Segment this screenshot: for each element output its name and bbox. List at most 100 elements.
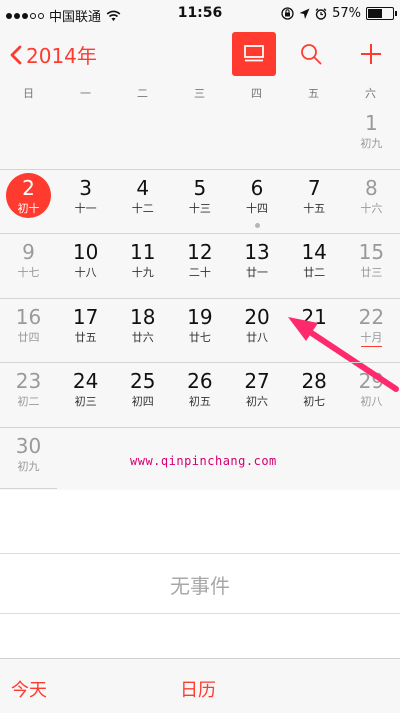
lunar-date: 初二 [17,395,40,408]
day-cell[interactable]: 27 初六 [229,362,286,426]
day-number: 14 [301,240,327,264]
navigation-bar: 2014年 [0,28,400,80]
back-to-year-button[interactable]: 2014年 [10,40,97,69]
day-number: 29 [358,369,385,393]
orientation-lock-icon [281,7,294,20]
lunar-date: 初九 [360,137,383,150]
lunar-date: 十六 [360,201,383,215]
calendars-tab[interactable]: 日历 [180,676,216,702]
day-cell[interactable]: 22 十月 [343,298,400,362]
day-number: 3 [79,175,92,200]
today-tab[interactable]: 今天 [11,676,47,702]
weekday-header: 日一二三四五六 [0,80,400,105]
lunar-date: 十三 [188,201,211,215]
day-cell[interactable]: 18 廿六 [114,298,171,362]
status-bar-left: 中国联通 [6,6,121,25]
day-number: 22 [358,304,385,329]
day-cell[interactable]: 1 初九 [343,104,400,168]
back-label: 2014年 [26,44,97,68]
day-cell[interactable]: 4 十二 [114,169,171,233]
lunar-date: 初七 [303,395,326,408]
day-cell[interactable]: 26 初五 [171,362,228,426]
week-separator [0,168,400,170]
week-separator [0,297,400,299]
lunar-date: 廿三 [360,266,383,279]
battery-percentage: 57% [332,6,361,21]
day-cell[interactable]: 16 廿四 [0,298,57,362]
day-cell[interactable]: 23 初二 [0,362,57,426]
day-cell-today[interactable]: 2 初十 [0,169,57,233]
week-separator [0,426,400,428]
day-cell[interactable]: 9 十七 [0,233,57,297]
day-cell[interactable]: 6 十四 [229,169,286,233]
battery-icon [366,7,397,20]
day-cell[interactable]: 10 十八 [57,233,114,297]
day-number: 9 [22,240,35,264]
wifi-icon [106,10,121,21]
day-number: 2 [22,175,35,200]
lunar-date: 十四 [246,201,269,215]
lunar-date: 初六 [246,395,269,408]
weekday-label: 六 [365,87,376,100]
day-number: 27 [244,369,270,393]
day-number: 4 [136,175,150,200]
lunar-date: 廿六 [131,330,154,344]
lunar-date: 初三 [74,395,97,408]
day-number: 16 [15,304,42,329]
weekday-label: 日 [23,87,34,100]
day-cell[interactable]: 17 廿五 [57,298,114,362]
search-icon [301,44,322,65]
lunar-date: 廿八 [246,330,269,344]
day-cell[interactable]: 30 初九 [0,427,57,491]
day-number: 30 [15,433,42,458]
day-cell[interactable]: 7 十五 [286,169,343,233]
day-cell[interactable]: 5 十三 [171,169,228,233]
calendar-screen: 中国联通 11:56 57% 2014年 日 一 二 三 四 五 六 30 初九… [0,0,400,713]
day-cell[interactable]: 24 初三 [57,362,114,426]
status-bar: 中国联通 11:56 57% [0,0,400,28]
day-cell[interactable]: 14 廿二 [286,233,343,297]
day-cell[interactable]: 20 廿八 [229,298,286,362]
add-event-button[interactable] [349,32,393,76]
day-cell[interactable]: 28 初七 [286,362,343,426]
lunar-date: 十五 [303,201,326,215]
tab-bar: 今天 日历 [0,658,400,713]
day-cell[interactable]: 12 二十 [171,233,228,297]
list-view-toggle-button[interactable] [232,32,276,76]
day-number: 1 [364,111,378,135]
week-separator [0,233,400,234]
day-number: 24 [72,369,99,393]
day-cell[interactable]: 13 廿一 [229,233,286,297]
weekday-label: 一 [80,87,91,100]
day-cell[interactable]: 19 廿七 [171,298,228,362]
day-number: 20 [244,304,270,329]
day-cell[interactable]: 29 初八 [343,362,400,426]
day-number: 18 [130,304,156,329]
day-number: 25 [130,369,156,393]
day-cell[interactable]: 3 十一 [57,169,114,233]
day-cell[interactable]: 8 十六 [343,169,400,233]
day-cell[interactable]: 25 初四 [114,362,171,426]
day-cell[interactable]: 11 十九 [114,233,171,297]
day-number: 17 [72,304,99,329]
day-cell[interactable]: 21 [286,298,343,362]
day-number: 6 [250,175,264,200]
week-separator [0,488,57,489]
lunar-date: 十九 [131,266,154,279]
day-cell[interactable]: 15 廿三 [343,233,400,297]
lunar-date: 廿二 [303,266,326,279]
location-arrow-icon [299,8,310,19]
alarm-icon [315,7,327,20]
lunar-date: 初五 [188,395,211,408]
day-number: 5 [193,175,207,200]
search-button[interactable] [289,32,333,76]
lunar-date: 十一 [74,201,97,215]
divider [0,553,400,554]
day-number: 8 [364,175,378,200]
watermark-text: www.qinpinchang.com [130,454,277,468]
carrier-name: 中国联通 [49,10,102,25]
day-number: 10 [72,240,99,264]
lunar-date: 十七 [17,266,40,279]
no-events-label: 无事件 [170,574,230,598]
day-number: 21 [301,304,327,329]
